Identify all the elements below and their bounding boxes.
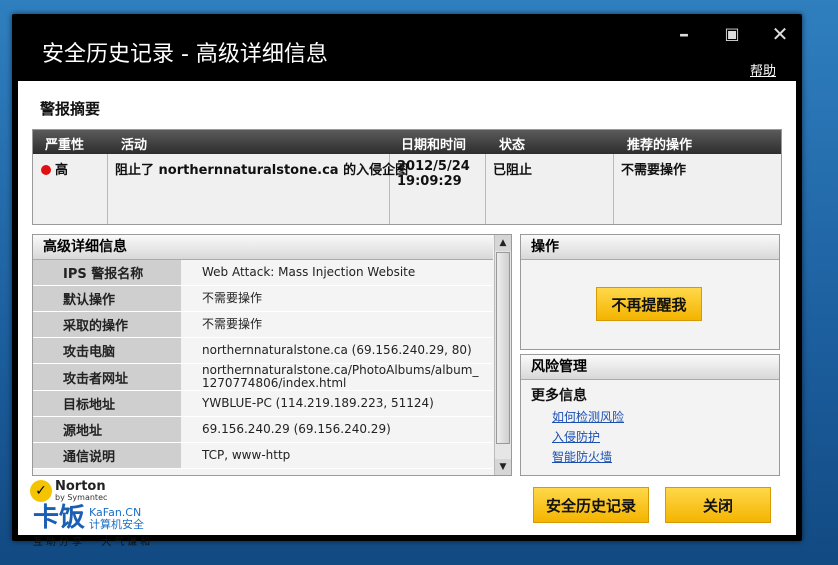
col-severity: 严重性: [45, 138, 85, 153]
col-status: 状态: [499, 138, 526, 153]
detail-value: 不需要操作: [182, 286, 493, 311]
advanced-details-panel: 高级详细信息 IPS 警报名称 Web Attack: Mass Injectio…: [32, 234, 512, 476]
detail-label: 通信说明: [33, 443, 181, 468]
table-row: 目标地址 YWBLUE-PC (114.219.189.223, 51124): [33, 391, 493, 417]
window-title: 安全历史记录 - 高级详细信息: [42, 42, 328, 67]
table-row: 源地址 69.156.240.29 (69.156.240.29): [33, 417, 493, 443]
detail-label: IPS 警报名称: [33, 260, 181, 285]
norton-text: Norton: [55, 479, 106, 494]
detail-label: 源地址: [33, 417, 181, 442]
maximize-icon[interactable]: ▣: [720, 24, 744, 43]
risk-panel: 风险管理 更多信息 如何检测风险 入侵防护 智能防火墙: [520, 354, 780, 476]
norton-logo: ✓ Norton by Symantec: [30, 480, 107, 502]
table-row: 通信说明 TCP, www-http: [33, 443, 493, 469]
action-value: 不需要操作: [621, 163, 687, 178]
advanced-details-title: 高级详细信息: [33, 235, 493, 260]
date-value: 2012/5/24: [397, 159, 470, 174]
detail-label: 攻击者网址: [33, 364, 181, 390]
status-value: 已阻止: [493, 163, 533, 178]
table-row[interactable]: 高 阻止了 northernnaturalstone.ca 的入侵企图 2012…: [33, 154, 781, 224]
detail-value: Web Attack: Mass Injection Website: [182, 260, 493, 285]
time-value: 19:09:29: [397, 174, 462, 189]
detail-value: 不需要操作: [182, 312, 493, 337]
alert-summary-table: 严重性 活动 日期和时间 状态 推荐的操作 高 阻止了 northernnatu…: [32, 129, 782, 225]
kafan-cn-text: 计算机安全: [89, 518, 145, 531]
actions-title: 操作: [521, 235, 779, 260]
minimize-icon[interactable]: –: [672, 22, 696, 46]
detail-value: 69.156.240.29 (69.156.240.29): [182, 417, 493, 442]
details-list: IPS 警报名称 Web Attack: Mass Injection Websi…: [33, 260, 511, 469]
detail-value: northernnaturalstone.ca/PhotoAlbums/albu…: [182, 364, 493, 390]
summary-header: 严重性 活动 日期和时间 状态 推荐的操作: [33, 130, 781, 154]
kafan-logo-text: 卡饭: [33, 503, 86, 533]
risk-title: 风险管理: [521, 355, 779, 380]
activity-value: 阻止了 northernnaturalstone.ca 的入侵企图: [115, 163, 409, 178]
col-activity: 活动: [121, 138, 148, 153]
how-detect-risk-link[interactable]: 如何检测风险: [552, 408, 624, 425]
dont-remind-button[interactable]: 不再提醒我: [596, 287, 702, 321]
detail-value: YWBLUE-PC (114.219.189.223, 51124): [182, 391, 493, 416]
content-area: 警报摘要 严重性 活动 日期和时间 状态 推荐的操作 高 阻止了 norther…: [18, 81, 796, 535]
detail-label: 采取的操作: [33, 312, 181, 337]
detail-value: TCP, www-http: [182, 443, 493, 468]
norton-sub-text: by Symantec: [55, 493, 108, 502]
scroll-thumb[interactable]: [496, 252, 510, 444]
history-window: 安全历史记录 - 高级详细信息 – ▣ ✕ 帮助 警报摘要 严重性 活动 日期和…: [12, 14, 802, 541]
detail-value: northernnaturalstone.ca (69.156.240.29, …: [182, 338, 493, 363]
details-scrollbar[interactable]: ▲ ▼: [494, 235, 511, 475]
close-button[interactable]: 关闭: [665, 487, 771, 523]
detail-label: 攻击电脑: [33, 338, 181, 363]
table-row: 攻击者网址 northernnaturalstone.ca/PhotoAlbums…: [33, 364, 493, 391]
history-button[interactable]: 安全历史记录: [533, 487, 649, 523]
scroll-down-icon[interactable]: ▼: [495, 459, 511, 475]
smart-firewall-link[interactable]: 智能防火墙: [552, 448, 612, 465]
table-row: 默认操作 不需要操作: [33, 286, 493, 312]
table-row: 攻击电脑 northernnaturalstone.ca (69.156.240.…: [33, 338, 493, 364]
intrusion-protection-link[interactable]: 入侵防护: [552, 428, 600, 445]
help-link[interactable]: 帮助: [750, 60, 776, 79]
table-row: IPS 警报名称 Web Attack: Mass Injection Websi…: [33, 260, 493, 286]
col-action: 推荐的操作: [627, 138, 693, 153]
alert-summary-title: 警报摘要: [40, 100, 101, 118]
actions-panel: 操作 不再提醒我: [520, 234, 780, 350]
slogan-right: 大气谦和: [101, 537, 154, 548]
slogan-left: 互助分享: [33, 537, 85, 548]
table-row: 采取的操作 不需要操作: [33, 312, 493, 338]
kafan-watermark: 卡饭 KaFan.CN 计算机安全 互助分享 大气谦和: [33, 505, 153, 548]
close-icon[interactable]: ✕: [768, 22, 792, 46]
detail-label: 目标地址: [33, 391, 181, 416]
scroll-up-icon[interactable]: ▲: [495, 235, 511, 251]
detail-label: 默认操作: [33, 286, 181, 311]
severity-value: 高: [55, 163, 69, 178]
col-datetime: 日期和时间: [401, 138, 467, 153]
more-info-label: 更多信息: [531, 388, 587, 404]
norton-check-icon: ✓: [30, 480, 52, 502]
severity-high-icon: [41, 165, 51, 175]
